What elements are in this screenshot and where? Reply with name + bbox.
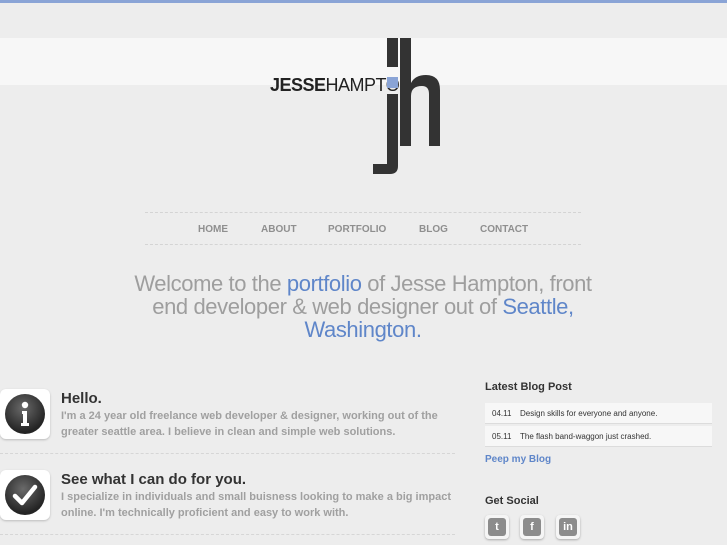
blog-post-item[interactable]: 05.11 The flash band-waggon just crashed… <box>485 426 712 447</box>
logo-monogram-icon[interactable] <box>370 38 445 178</box>
hello-text: I'm a 24 year old freelance web develope… <box>61 410 438 438</box>
post-title: Design skills for everyone and anyone. <box>520 409 658 418</box>
twitter-icon[interactable]: t <box>485 515 509 539</box>
services-text: I specialize in individuals and small bu… <box>61 491 451 519</box>
nav-blog[interactable]: BLOG <box>419 224 448 235</box>
divider <box>0 534 455 535</box>
linkedin-icon[interactable]: in <box>556 515 580 539</box>
logo-first-name: JESSE <box>270 75 326 95</box>
services-heading: See what I can do for you. <box>61 471 247 488</box>
portfolio-link[interactable]: portfolio <box>287 271 362 296</box>
main-nav: HOME ABOUT PORTFOLIO BLOG CONTACT <box>145 212 581 245</box>
nav-portfolio[interactable]: PORTFOLIO <box>328 224 386 235</box>
nav-contact[interactable]: CONTACT <box>480 224 528 235</box>
twitter-glyph: t <box>488 518 506 536</box>
info-icon <box>0 389 50 439</box>
facebook-icon[interactable]: f <box>520 515 544 539</box>
welcome-text-1: Welcome to the <box>134 271 287 296</box>
checkmark-icon <box>0 470 50 520</box>
hello-heading: Hello. <box>61 390 102 407</box>
post-title: The flash band-waggon just crashed. <box>520 432 652 441</box>
welcome-period: . <box>415 317 422 342</box>
nav-about[interactable]: ABOUT <box>261 224 297 235</box>
facebook-glyph: f <box>523 518 541 536</box>
blog-post-item[interactable]: 04.11 Design skills for everyone and any… <box>485 403 712 424</box>
welcome-heading: Welcome to the portfolio of Jesse Hampto… <box>120 272 606 341</box>
peep-blog-link[interactable]: Peep my Blog <box>485 454 551 465</box>
top-accent-line <box>0 0 727 3</box>
post-date: 04.11 <box>492 409 512 418</box>
divider <box>0 453 455 454</box>
latest-blog-heading: Latest Blog Post <box>485 381 572 393</box>
nav-home[interactable]: HOME <box>198 224 228 235</box>
get-social-heading: Get Social <box>485 495 539 507</box>
post-date: 05.11 <box>492 432 512 441</box>
linkedin-glyph: in <box>559 518 577 536</box>
